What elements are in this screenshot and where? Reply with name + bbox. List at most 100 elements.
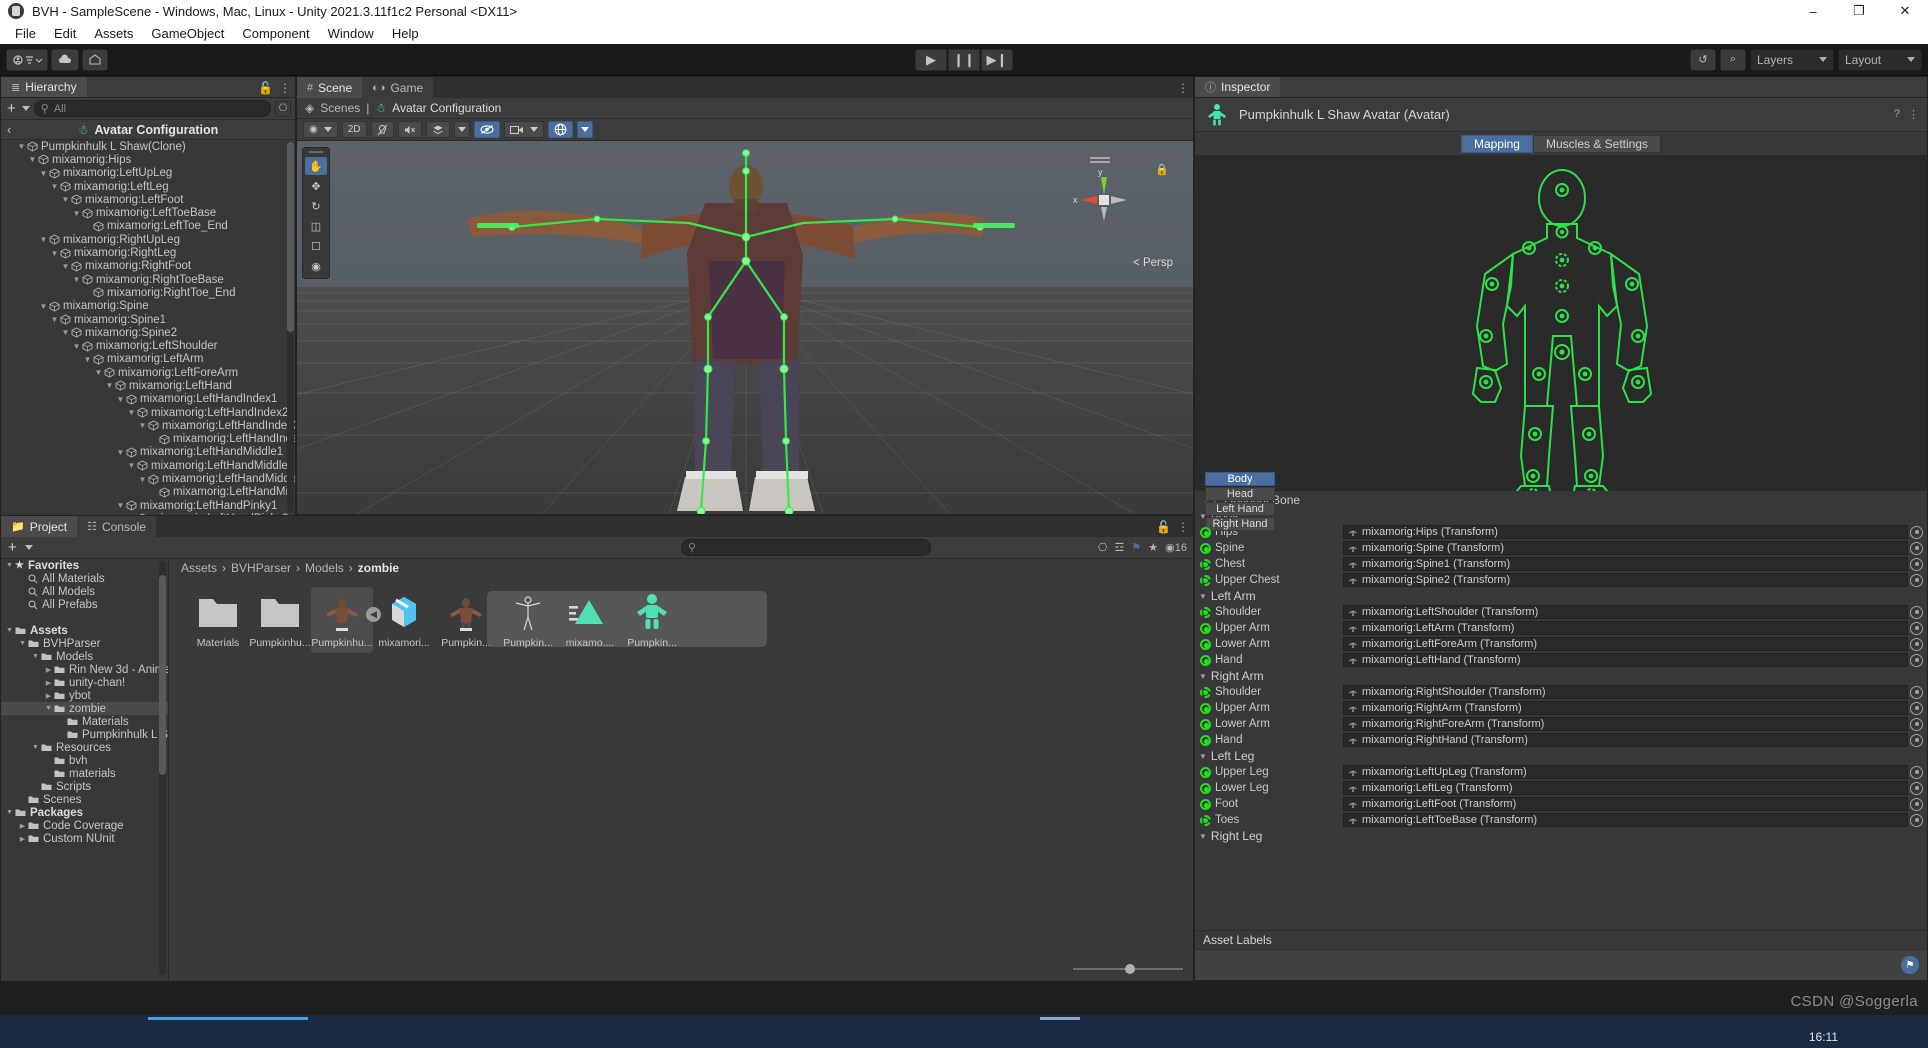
part-button-right-hand[interactable]: Right Hand [1205, 517, 1275, 531]
chevron-down-icon[interactable]: ▼ [38, 302, 49, 311]
breadcrumb-assets[interactable]: Assets [181, 561, 217, 575]
object-picker-button[interactable] [1910, 622, 1923, 635]
chevron-down-icon[interactable]: ▼ [137, 421, 148, 430]
tag-icon[interactable]: ⚑ [1901, 956, 1919, 974]
menu-item-assets[interactable]: Assets [85, 24, 142, 43]
hierarchy-item[interactable]: ▼mixamorig:LeftToeBase [1, 206, 295, 219]
chevron-down-icon[interactable]: ▼ [126, 461, 137, 470]
chevron-right-icon[interactable]: ▶ [43, 679, 54, 687]
tab-inspector[interactable]: ⓘ Inspector [1195, 77, 1280, 97]
bone-transform-field[interactable]: mixamorig:Spine1 (Transform) [1343, 557, 1908, 571]
project-tree-item[interactable]: materials [1, 767, 168, 780]
rect-tool-button[interactable]: ☐ [305, 237, 327, 255]
project-folder-tree[interactable]: ▼★FavoritesAll MaterialsAll ModelsAll Pr… [1, 559, 169, 982]
project-search-input[interactable]: ⚲ [681, 539, 931, 556]
scene-lighting-toggle[interactable] [371, 121, 394, 138]
chevron-down-icon[interactable]: ▼ [38, 235, 49, 244]
object-picker-button[interactable] [1910, 798, 1923, 811]
bone-mapping-row[interactable]: Shouldermixamorig:RightShoulder (Transfo… [1195, 684, 1927, 700]
chevron-down-icon[interactable]: ▼ [30, 744, 41, 751]
project-tree-item[interactable]: bvh [1, 754, 168, 767]
lock-icon[interactable]: 🔒 [1155, 163, 1169, 176]
search-icon[interactable]: ⌕ [1720, 49, 1746, 71]
asset-item[interactable]: Pumpkin... [497, 587, 559, 653]
object-picker-button[interactable] [1910, 782, 1923, 795]
hierarchy-item[interactable]: ▼mixamorig:Spine [1, 300, 295, 313]
object-picker-button[interactable] [1910, 542, 1923, 555]
scene-viewport[interactable]: ✋ ✥ ↻ ◫ ☐ ◉ 🔒 y x < Persp [297, 141, 1193, 514]
project-asset-browser[interactable]: Assets › BVHParser › Models › zombie Mat… [169, 559, 1193, 982]
project-tree-item[interactable]: ▶Rin New 3d - Anime S [1, 663, 168, 676]
chevron-right-icon[interactable]: ▶ [17, 822, 28, 830]
bone-transform-field[interactable]: mixamorig:RightArm (Transform) [1343, 701, 1908, 715]
rotate-tool-button[interactable]: ↻ [305, 197, 327, 215]
asset-item[interactable]: Materials [187, 587, 249, 653]
bone-group-header[interactable]: ▼Left Arm [1195, 588, 1927, 604]
project-tree-item[interactable]: ▼Packages [1, 806, 168, 819]
tab-mapping[interactable]: Mapping [1461, 135, 1533, 153]
part-button-head[interactable]: Head [1205, 487, 1275, 501]
pause-button[interactable]: ❙❙ [948, 49, 980, 71]
chevron-right-icon[interactable]: ▶ [43, 692, 54, 700]
layout-dropdown[interactable]: Layout [1838, 49, 1922, 71]
asset-thumbnail-size-slider[interactable] [1073, 962, 1183, 976]
menu-item-edit[interactable]: Edit [45, 24, 85, 43]
asset-item[interactable]: Pumpkin... [621, 587, 683, 653]
hierarchy-item[interactable]: ▼mixamorig:LeftHandMiddle2 [1, 459, 295, 472]
project-tree-item[interactable]: ▶unity-chan! [1, 676, 168, 689]
bone-mapping-row[interactable]: Lower Armmixamorig:RightForeArm (Transfo… [1195, 716, 1927, 732]
hierarchy-item[interactable]: ▼mixamorig:LeftHand [1, 379, 295, 392]
project-tree-item[interactable]: Scenes [1, 793, 168, 806]
project-tree-item[interactable]: ▼★Favorites [1, 559, 168, 572]
unlock-icon[interactable]: 🔓 [258, 81, 273, 95]
chevron-down-icon[interactable] [22, 106, 30, 111]
panel-menu-icon[interactable]: ⋮ [1177, 520, 1189, 534]
bone-group-header[interactable]: ▼Left Leg [1195, 748, 1927, 764]
hierarchy-item[interactable]: ▼mixamorig:LeftHandIndex3 [1, 419, 295, 432]
chevron-down-icon[interactable]: ▼ [4, 627, 15, 634]
bone-mapping-row[interactable]: Upper Armmixamorig:RightArm (Transform) [1195, 700, 1927, 716]
chevron-down-icon[interactable]: ▼ [93, 368, 104, 377]
layers-dropdown[interactable]: Layers [1750, 49, 1834, 71]
bone-mapping-row[interactable]: Toesmixamorig:LeftToeBase (Transform) [1195, 812, 1927, 828]
hierarchy-item[interactable]: ▼mixamorig:LeftForeArm [1, 366, 295, 379]
scene-camera-toggle[interactable] [504, 121, 544, 138]
help-icon[interactable]: ? [1894, 108, 1900, 121]
scale-tool-button[interactable]: ◫ [305, 217, 327, 235]
asset-item[interactable]: Pumpkin... [435, 587, 497, 653]
minimize-button[interactable]: – [1790, 0, 1836, 22]
tab-console[interactable]: ☷ Console [77, 516, 156, 537]
bone-mapping-list[interactable]: ▼BodyHipsmixamorig:Hips (Transform)Spine… [1195, 508, 1927, 844]
project-tree-item[interactable]: All Materials [1, 572, 168, 585]
bone-transform-field[interactable]: mixamorig:Spine (Transform) [1343, 541, 1908, 555]
bone-mapping-row[interactable]: Handmixamorig:LeftHand (Transform) [1195, 652, 1927, 668]
chevron-down-icon[interactable]: ▼ [104, 381, 115, 390]
panel-menu-icon[interactable]: ⋮ [1177, 81, 1189, 95]
object-picker-button[interactable] [1910, 654, 1923, 667]
project-tree-item[interactable]: ▶Code Coverage [1, 819, 168, 832]
project-tree-item[interactable]: ▶Custom NUnit [1, 832, 168, 845]
filter-favorite-icon[interactable]: ★ [1148, 541, 1158, 554]
object-picker-button[interactable] [1910, 734, 1923, 747]
hierarchy-item[interactable]: ▼Pumpkinhulk L Shaw(Clone) [1, 140, 295, 153]
chevron-down-icon[interactable]: ▼ [71, 275, 82, 284]
project-tree-item[interactable]: ▼Assets [1, 624, 168, 637]
bone-group-header[interactable]: ▼Right Leg [1195, 828, 1927, 844]
bone-transform-field[interactable]: mixamorig:LeftForeArm (Transform) [1343, 637, 1908, 651]
bone-mapping-row[interactable]: Handmixamorig:RightHand (Transform) [1195, 732, 1927, 748]
add-gameobject-button[interactable]: + [5, 101, 18, 116]
bone-transform-field[interactable]: mixamorig:RightForeArm (Transform) [1343, 717, 1908, 731]
object-picker-button[interactable] [1910, 814, 1923, 827]
chevron-down-icon[interactable]: ▼ [82, 355, 93, 364]
chevron-down-icon[interactable]: ▼ [126, 408, 137, 417]
object-picker-button[interactable] [1910, 558, 1923, 571]
menu-item-component[interactable]: Component [233, 24, 318, 43]
hierarchy-item[interactable]: ▼mixamorig:RightToeBase [1, 273, 295, 286]
step-button[interactable]: ▶❙ [981, 49, 1013, 71]
object-picker-button[interactable] [1910, 702, 1923, 715]
asset-item[interactable]: mixamo.... [559, 587, 621, 653]
tab-project[interactable]: 📁 Project [1, 516, 77, 537]
chevron-down-icon[interactable]: ▼ [27, 155, 38, 164]
object-picker-button[interactable] [1910, 574, 1923, 587]
bone-transform-field[interactable]: mixamorig:LeftHand (Transform) [1343, 653, 1908, 667]
